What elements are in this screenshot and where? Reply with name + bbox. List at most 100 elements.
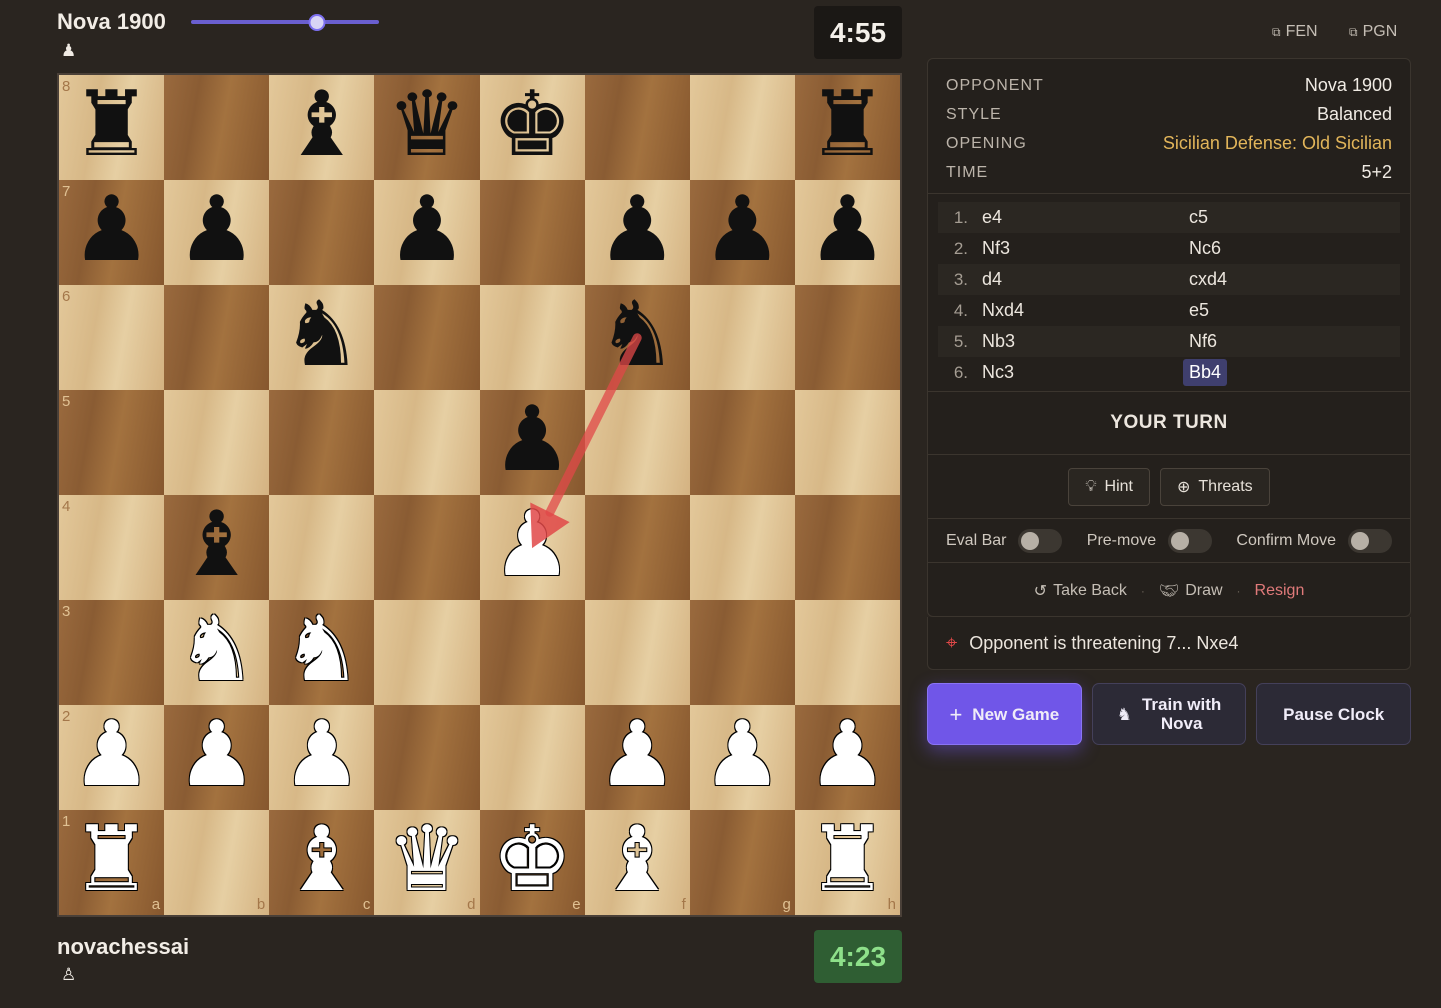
square-f7[interactable]: ♟ <box>584 180 690 285</box>
square-g3[interactable] <box>689 600 795 705</box>
white-knight[interactable]: ♞ <box>176 604 257 695</box>
white-pawn[interactable]: ♟ <box>807 709 888 800</box>
square-c1[interactable]: c ♝ <box>269 810 375 915</box>
square-g5[interactable] <box>689 390 795 495</box>
draw-button[interactable]: 🤝︎ Draw <box>1159 581 1223 601</box>
fen-button[interactable]: ⧉ FEN <box>1272 23 1318 41</box>
black-move[interactable]: c5 <box>1183 204 1214 231</box>
pause-clock-button[interactable]: Pause Clock <box>1256 683 1412 745</box>
square-c4[interactable] <box>269 495 375 600</box>
square-g2[interactable]: ♟ <box>689 705 795 810</box>
square-b3[interactable]: ♞ <box>164 600 270 705</box>
square-h7[interactable]: ♟ <box>794 180 900 285</box>
black-rook[interactable]: ♜ <box>807 79 888 170</box>
square-c6[interactable]: ♞ <box>269 285 375 390</box>
slider-thumb[interactable] <box>308 14 326 31</box>
current-move[interactable]: Bb4 <box>1183 359 1228 386</box>
square-a7[interactable]: 7 ♟ <box>59 180 165 285</box>
confirm-move-toggle[interactable]: Confirm Move <box>1236 528 1392 553</box>
black-move[interactable]: Nf6 <box>1183 328 1223 355</box>
white-knight[interactable]: ♞ <box>281 604 362 695</box>
resign-button[interactable]: Resign <box>1255 582 1305 600</box>
square-b4[interactable]: ♝ <box>164 495 270 600</box>
white-bishop[interactable]: ♝ <box>597 814 678 905</box>
black-bishop[interactable]: ♝ <box>281 79 362 170</box>
black-queen[interactable]: ♛ <box>387 79 468 170</box>
square-g6[interactable] <box>689 285 795 390</box>
white-move[interactable]: Nf3 <box>982 238 1189 259</box>
square-f2[interactable]: ♟ <box>584 705 690 810</box>
black-pawn[interactable]: ♟ <box>492 394 573 485</box>
white-pawn[interactable]: ♟ <box>71 709 152 800</box>
black-pawn[interactable]: ♟ <box>702 184 783 275</box>
square-f3[interactable] <box>584 600 690 705</box>
square-e7[interactable] <box>479 180 585 285</box>
square-a1[interactable]: 1 a ♜ <box>59 810 165 915</box>
square-e5[interactable]: ♟ <box>479 390 585 495</box>
square-a3[interactable]: 3 <box>59 600 165 705</box>
square-b8[interactable] <box>164 75 270 180</box>
white-king[interactable]: ♚ <box>492 814 573 905</box>
square-h6[interactable] <box>794 285 900 390</box>
premove-toggle[interactable]: Pre-move <box>1087 528 1213 553</box>
square-d1[interactable]: d ♛ <box>374 810 480 915</box>
square-a4[interactable]: 4 <box>59 495 165 600</box>
premove-switch[interactable] <box>1168 528 1213 553</box>
black-move[interactable]: cxd4 <box>1183 266 1233 293</box>
square-a5[interactable]: 5 <box>59 390 165 495</box>
square-d4[interactable] <box>374 495 480 600</box>
black-pawn[interactable]: ♟ <box>71 184 152 275</box>
white-rook[interactable]: ♜ <box>807 814 888 905</box>
square-f8[interactable] <box>584 75 690 180</box>
confirm-move-switch[interactable] <box>1348 528 1392 553</box>
white-move[interactable]: Nb3 <box>982 331 1189 352</box>
square-c3[interactable]: ♞ <box>269 600 375 705</box>
square-e4[interactable]: ♟ <box>479 495 585 600</box>
chess-board[interactable]: 8 ♜ ♝ ♛ ♚ ♜ 7 ♟ ♟ ♟ ♟ ♟ ♟ 6 ♞ ♞ 5 ♟ 4 ♝ ♟ 3 ♞ ♞ 2 ♟ ♟ ♟ ♟ ♟ ♟ 1 a ♜ b c ♝ d ♛ e… <box>57 73 902 917</box>
square-d8[interactable]: ♛ <box>374 75 480 180</box>
square-e2[interactable] <box>479 705 585 810</box>
black-bishop[interactable]: ♝ <box>176 499 257 590</box>
hint-button[interactable]: 💡︎ Hint <box>1068 467 1150 506</box>
white-queen[interactable]: ♛ <box>387 814 468 905</box>
white-pawn[interactable]: ♟ <box>702 709 783 800</box>
black-pawn[interactable]: ♟ <box>807 184 888 275</box>
square-d5[interactable] <box>374 390 480 495</box>
square-b2[interactable]: ♟ <box>164 705 270 810</box>
square-d7[interactable]: ♟ <box>374 180 480 285</box>
white-rook[interactable]: ♜ <box>71 814 152 905</box>
square-g8[interactable] <box>689 75 795 180</box>
square-b6[interactable] <box>164 285 270 390</box>
square-e3[interactable] <box>479 600 585 705</box>
white-move[interactable]: e4 <box>982 207 1189 228</box>
square-e8[interactable]: ♚ <box>479 75 585 180</box>
square-h5[interactable] <box>794 390 900 495</box>
black-move[interactable]: e5 <box>1183 297 1215 324</box>
black-knight[interactable]: ♞ <box>281 289 362 380</box>
square-b5[interactable] <box>164 390 270 495</box>
square-a6[interactable]: 6 <box>59 285 165 390</box>
square-a8[interactable]: 8 ♜ <box>59 75 165 180</box>
black-pawn[interactable]: ♟ <box>176 184 257 275</box>
white-pawn[interactable]: ♟ <box>597 709 678 800</box>
threats-button[interactable]: ⊕ Threats <box>1160 467 1270 506</box>
new-game-button[interactable]: + New Game <box>927 683 1082 745</box>
square-h3[interactable] <box>794 600 900 705</box>
square-c7[interactable] <box>269 180 375 285</box>
square-f4[interactable] <box>584 495 690 600</box>
white-move[interactable]: Nc3 <box>982 362 1189 383</box>
white-bishop[interactable]: ♝ <box>281 814 362 905</box>
square-a2[interactable]: 2 ♟ <box>59 705 165 810</box>
square-e6[interactable] <box>479 285 585 390</box>
strength-slider[interactable] <box>191 14 379 31</box>
black-pawn[interactable]: ♟ <box>387 184 468 275</box>
square-h8[interactable]: ♜ <box>794 75 900 180</box>
square-g7[interactable]: ♟ <box>689 180 795 285</box>
black-rook[interactable]: ♜ <box>71 79 152 170</box>
square-h2[interactable]: ♟ <box>794 705 900 810</box>
square-f6[interactable]: ♞ <box>584 285 690 390</box>
white-pawn[interactable]: ♟ <box>492 499 573 590</box>
take-back-button[interactable]: ↺ Take Back <box>1034 581 1127 601</box>
black-pawn[interactable]: ♟ <box>597 184 678 275</box>
square-g4[interactable] <box>689 495 795 600</box>
